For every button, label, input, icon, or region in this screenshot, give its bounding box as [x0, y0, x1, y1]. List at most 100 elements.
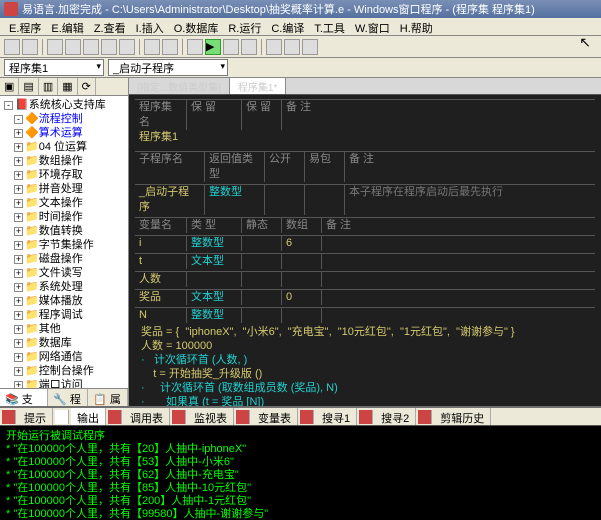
- menu-item[interactable]: E.程序: [4, 18, 46, 35]
- tree-item[interactable]: +📁数据库: [2, 336, 126, 350]
- menu-item[interactable]: E.编辑: [46, 18, 88, 35]
- tree-item[interactable]: +📁网络通信: [2, 350, 126, 364]
- toolbar-button[interactable]: [284, 39, 300, 55]
- search-icon[interactable]: [359, 410, 373, 424]
- menu-item[interactable]: O.数据库: [169, 18, 224, 35]
- tree-item[interactable]: +📁系统处理: [2, 280, 126, 294]
- toolbar-button[interactable]: [302, 39, 318, 55]
- toolbar-button[interactable]: [266, 39, 282, 55]
- combo-row: 程序集1 _启动子程序: [0, 58, 601, 78]
- tree-item[interactable]: +📁数组操作: [2, 154, 126, 168]
- con-tab[interactable]: 搜寻2: [375, 408, 416, 425]
- hdr: 备 注: [282, 100, 595, 130]
- menu-item[interactable]: Z.查看: [89, 18, 131, 35]
- menu-item[interactable]: C.编译: [266, 18, 309, 35]
- left-panel: ▣ ▤ ▥ ▦ ⟳ -📕系统核心支持库 -🔶流程控制 +🔶算术运算 +📁04 位…: [0, 78, 129, 406]
- progset-combo[interactable]: 程序集1: [4, 59, 104, 76]
- hdr: 类 型: [187, 218, 242, 233]
- var-row[interactable]: 人数: [135, 271, 595, 287]
- tree-item[interactable]: +📁拼音处理: [2, 182, 126, 196]
- titlebar: 易语言.加密完成 - C:\Users\Administrator\Deskto…: [0, 0, 601, 18]
- clip-icon[interactable]: [418, 410, 432, 424]
- menu-item[interactable]: T.工具: [309, 18, 350, 35]
- code-line[interactable]: t = 开始抽奖_升级版 (): [141, 367, 589, 381]
- code-line[interactable]: 奖品 = { "iphoneX", "小米6", "充电宝", "10元红包",…: [141, 325, 589, 339]
- toolbar-button[interactable]: [144, 39, 160, 55]
- sub-comment: 本子程序在程序启动后最先执行: [345, 185, 595, 215]
- var-row[interactable]: 奖品文本型0: [135, 289, 595, 305]
- tab-props[interactable]: 📋 属性: [88, 389, 128, 406]
- tree[interactable]: -📕系统核心支持库 -🔶流程控制 +🔶算术运算 +📁04 位运算+📁数组操作+📁…: [0, 96, 128, 388]
- separator: [261, 39, 262, 55]
- console-output[interactable]: 开始运行被调试程序* "在100000个人里，共有【20】人抽中-iphoneX…: [0, 426, 601, 520]
- tab-support[interactable]: 📚 支持库: [0, 389, 48, 406]
- hdr: 变量名: [135, 218, 187, 233]
- con-tab[interactable]: 监视表: [188, 408, 234, 425]
- tree-item[interactable]: +📁磁盘操作: [2, 252, 126, 266]
- var-row[interactable]: i整数型6: [135, 235, 595, 251]
- toolbar-button[interactable]: [187, 39, 203, 55]
- var-row[interactable]: N整数型: [135, 307, 595, 323]
- code-line[interactable]: · 如果真 (t = 奖品 [N]): [141, 395, 589, 406]
- toolbar-button[interactable]: [4, 39, 20, 55]
- call-icon[interactable]: [108, 410, 122, 424]
- progset-name: 程序集1: [135, 130, 595, 145]
- con-tab[interactable]: 调用表: [124, 408, 170, 425]
- tree-item[interactable]: +📁媒体播放: [2, 294, 126, 308]
- menu-item[interactable]: I.插入: [131, 18, 169, 35]
- subprog-combo[interactable]: _启动子程序: [108, 59, 228, 76]
- left-tab-icon[interactable]: ▤: [19, 78, 38, 95]
- vars-icon[interactable]: [236, 410, 250, 424]
- toolbar-button[interactable]: [119, 39, 135, 55]
- run-icon[interactable]: ▶: [205, 39, 221, 55]
- code-area[interactable]: 程序集名 保 留 保 留 备 注 程序集1 子程序名 返回值类型 公开 易包 备…: [129, 95, 601, 406]
- con-tab[interactable]: 剪辑历史: [434, 408, 491, 425]
- hdr: 数组: [282, 218, 322, 233]
- tree-item[interactable]: +📁04 位运算: [2, 140, 126, 154]
- tree-item[interactable]: +📁字节集操作: [2, 238, 126, 252]
- var-row[interactable]: t文本型: [135, 253, 595, 269]
- stop-icon[interactable]: [223, 39, 239, 55]
- info-icon[interactable]: [2, 410, 16, 424]
- tab-program[interactable]: 🔧 程序: [48, 389, 88, 406]
- tree-item[interactable]: +📁数值转换: [2, 224, 126, 238]
- con-tab[interactable]: 变量表: [252, 408, 298, 425]
- code-line[interactable]: · 计次循环首 (人数, ): [141, 353, 589, 367]
- con-tab[interactable]: 提示: [18, 408, 53, 425]
- console-line: * "在100000个人里，共有【200】人抽中-1元红包": [6, 495, 595, 508]
- left-tab-icon[interactable]: ▥: [39, 78, 58, 95]
- output-icon[interactable]: [55, 410, 69, 424]
- tree-item[interactable]: +📁文件读写: [2, 266, 126, 280]
- tree-item[interactable]: +📁控制台操作: [2, 364, 126, 378]
- code-line[interactable]: 人数 = 100000: [141, 339, 589, 353]
- menu-item[interactable]: H.帮助: [395, 18, 438, 35]
- code-panel: [指定...数值类型集] 程序集1* 程序集名 保 留 保 留 备 注 程序集1…: [129, 78, 601, 406]
- menu-item[interactable]: W.窗口: [350, 18, 395, 35]
- left-tab-icon[interactable]: ⟳: [78, 78, 96, 95]
- toolbar-button[interactable]: [22, 39, 38, 55]
- menu-item[interactable]: R.运行: [223, 18, 266, 35]
- tree-item[interactable]: +📁环境存取: [2, 168, 126, 182]
- left-tab-icon[interactable]: ▦: [58, 78, 77, 95]
- cut-icon[interactable]: [47, 39, 63, 55]
- tree-item[interactable]: +📁程序调试: [2, 308, 126, 322]
- console-line: * "在100000个人里，共有【99580】人抽中-谢谢参与": [6, 508, 595, 520]
- code-line[interactable]: · 计次循环首 (取数组成员数 (奖品), N): [141, 381, 589, 395]
- code-tab[interactable]: 程序集1*: [230, 78, 286, 94]
- console-line: * "在100000个人里，共有【53】人抽中-小米6": [6, 456, 595, 469]
- tree-item[interactable]: +📁端口访问: [2, 378, 126, 388]
- con-tab[interactable]: 输出: [71, 408, 106, 425]
- con-tab[interactable]: 搜寻1: [316, 408, 357, 425]
- code-tab[interactable]: [指定...数值类型集]: [129, 78, 230, 94]
- toolbar-button[interactable]: [162, 39, 178, 55]
- search-icon[interactable]: [300, 410, 314, 424]
- pause-icon[interactable]: [241, 39, 257, 55]
- tree-item[interactable]: +📁其他: [2, 322, 126, 336]
- toolbar-button[interactable]: [101, 39, 117, 55]
- left-tab-icon[interactable]: ▣: [0, 78, 19, 95]
- tree-item[interactable]: +📁时间操作: [2, 210, 126, 224]
- tree-item[interactable]: +📁文本操作: [2, 196, 126, 210]
- watch-icon[interactable]: [172, 410, 186, 424]
- paste-icon[interactable]: [83, 39, 99, 55]
- copy-icon[interactable]: [65, 39, 81, 55]
